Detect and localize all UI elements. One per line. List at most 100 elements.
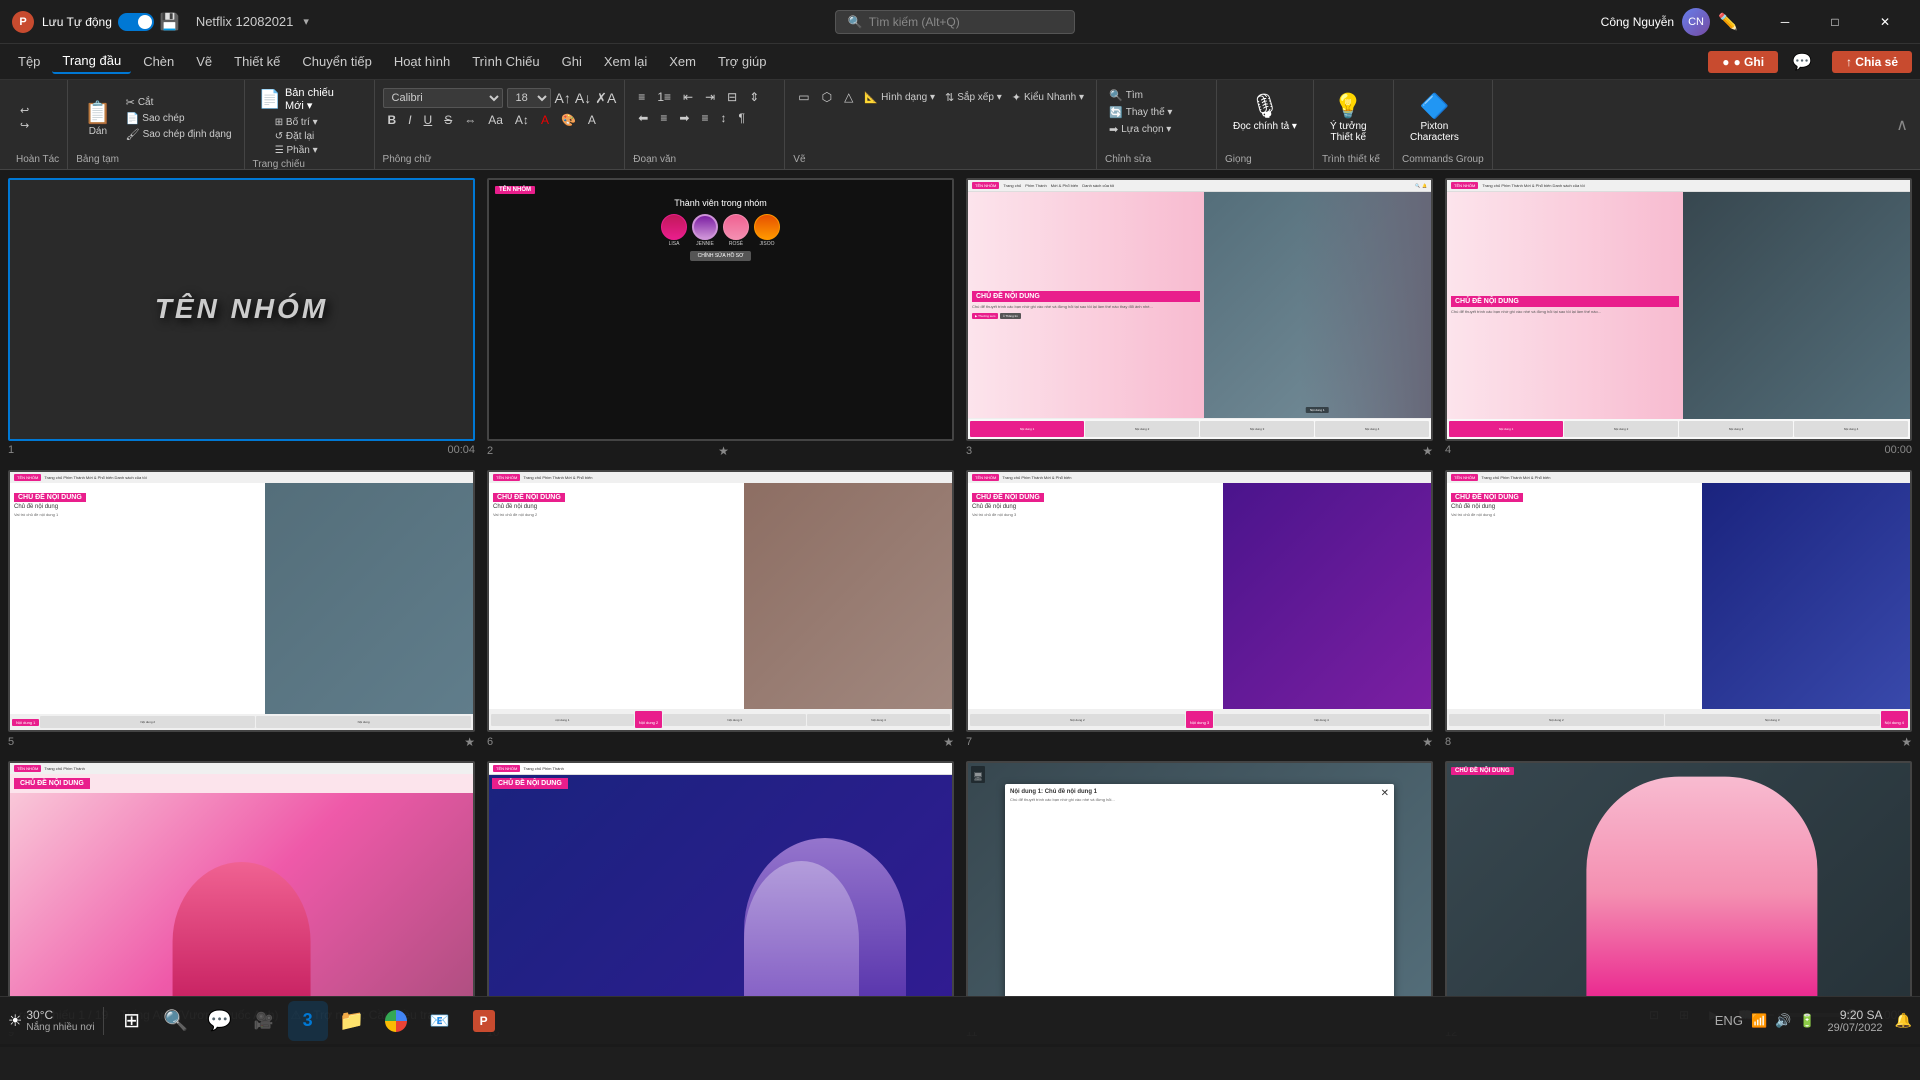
paragraph-button[interactable]: ¶: [733, 109, 749, 127]
layout-button[interactable]: ⊞ Bố trí ▾: [271, 116, 322, 129]
taskbar-search-button[interactable]: 🔍: [156, 1001, 196, 1041]
font-increase-icon[interactable]: A↑: [555, 90, 571, 106]
slide-item-8[interactable]: TÊN NHÓM Trang chủ Phim Thánh Mới & Phổ …: [1445, 470, 1912, 750]
shape-triangle-button[interactable]: △: [839, 88, 858, 106]
taskbar-wifi-icon[interactable]: 📶: [1751, 1013, 1767, 1029]
shape-hex-button[interactable]: ⬡: [817, 88, 837, 106]
font-decrease-icon[interactable]: A↓: [575, 90, 591, 106]
slide11-close-icon[interactable]: ✕: [1381, 789, 1389, 799]
taskbar-chat-button[interactable]: 💬: [200, 1001, 240, 1041]
text-shadow-button[interactable]: A↕: [510, 111, 534, 129]
slide-thumb-6[interactable]: TÊN NHÓM Trang chủ Phim Thánh Mới & Phổ …: [487, 470, 954, 733]
paste-button[interactable]: 📋 Dán: [76, 96, 119, 141]
slide-item-7[interactable]: TÊN NHÓM Trang chủ Phim Thánh Mới & Phổ …: [966, 470, 1433, 750]
slide-thumb-5[interactable]: TÊN NHÓM Trang chủ Phim Thánh Mới & Phổ …: [8, 470, 475, 733]
menu-slideshow[interactable]: Trình Chiếu: [462, 50, 549, 73]
doc-dropdown-icon[interactable]: ▾: [303, 15, 309, 28]
align-right-button[interactable]: ➡: [674, 109, 694, 127]
line-spacing-button[interactable]: ↕: [715, 109, 731, 127]
slide-thumb-4[interactable]: TÊN NHÓM Trang chủ Phim Thánh Mới & Phổ …: [1445, 178, 1912, 441]
bold-button[interactable]: B: [383, 111, 402, 129]
menu-transitions[interactable]: Chuyển tiếp: [292, 50, 381, 73]
reset-button[interactable]: ↺ Đặt lại: [271, 130, 322, 143]
copy-button[interactable]: 📄 Sao chép: [122, 111, 236, 126]
section-button[interactable]: ☰ Phần ▾: [271, 144, 322, 157]
menu-draw[interactable]: Vẽ: [186, 50, 222, 73]
settings-icon[interactable]: ✏️: [1718, 12, 1738, 32]
redo-button[interactable]: ↪: [16, 118, 33, 133]
indent-decrease-button[interactable]: ⇤: [678, 88, 698, 106]
auto-save-toggle[interactable]: [118, 13, 154, 31]
slide-item-6[interactable]: TÊN NHÓM Trang chủ Phim Thánh Mới & Phổ …: [487, 470, 954, 750]
dictate-button[interactable]: 🎙 Đọc chính tả ▾: [1225, 84, 1305, 136]
user-avatar[interactable]: CN: [1682, 8, 1710, 36]
design-ideas-button[interactable]: 💡 Ý tưởngThiết kế: [1322, 84, 1375, 147]
save-icon[interactable]: 💾: [160, 12, 180, 32]
clear-format-icon[interactable]: ✗A: [595, 90, 616, 107]
strikethrough-button[interactable]: S: [439, 111, 457, 129]
slide-item-3[interactable]: TÊN NHÓM Trang chủ Phim Thánh Mới & Phổ …: [966, 178, 1433, 458]
list-bullet-button[interactable]: ≡: [633, 88, 650, 106]
share-button[interactable]: ↑ Chia sẻ: [1832, 51, 1912, 73]
menu-insert[interactable]: Chèn: [133, 50, 184, 73]
maximize-button[interactable]: □: [1812, 6, 1858, 38]
new-slide-button[interactable]: 📄 Bản chiếuMới ▾: [253, 84, 340, 115]
indent-increase-button[interactable]: ⇥: [700, 88, 720, 106]
taskbar-browser-button[interactable]: [376, 1001, 416, 1041]
search-box[interactable]: 🔍 Tìm kiếm (Alt+Q): [835, 10, 1075, 34]
font-select[interactable]: Calibri: [383, 88, 503, 108]
replace-button[interactable]: 🔄 Thay thế ▾: [1105, 105, 1176, 120]
menu-review[interactable]: Xem lại: [594, 50, 657, 73]
taskbar-lang-indicator[interactable]: ENG: [1715, 1013, 1743, 1028]
arrange-button[interactable]: 📐 Hình dạng ▾: [860, 88, 939, 106]
menu-record[interactable]: Ghi: [552, 50, 592, 73]
slide-thumb-10[interactable]: TÊN NHÓM Trang chủ Phim Thánh CHỦ ĐỀ NỘI…: [487, 761, 954, 1024]
underline-button[interactable]: U: [419, 111, 438, 129]
menu-help[interactable]: Trợ giúp: [708, 50, 777, 73]
slide-thumb-7[interactable]: TÊN NHÓM Trang chủ Phim Thánh Mới & Phổ …: [966, 470, 1433, 733]
menu-file[interactable]: Tệp: [8, 50, 50, 73]
select-button[interactable]: ➡ Lựa chọn ▾: [1105, 122, 1176, 137]
slide2-edit-btn[interactable]: CHỈNH SỬA HỒ SƠ: [690, 251, 752, 261]
shape-rect-button[interactable]: ▭: [793, 88, 814, 106]
close-button[interactable]: ✕: [1862, 6, 1908, 38]
italic-button[interactable]: I: [403, 111, 416, 129]
taskbar-notification-button[interactable]: 🔔: [1895, 1012, 1912, 1029]
ribbon-collapse-icon[interactable]: ∧: [1896, 115, 1908, 135]
menu-animations[interactable]: Hoạt hình: [384, 50, 460, 73]
slide-thumb-2[interactable]: TÊN NHÓM Thành viên trong nhóm LISA JENN…: [487, 178, 954, 441]
spacing-button[interactable]: ⇔: [459, 111, 481, 129]
cut-button[interactable]: ✂ Cắt: [122, 95, 236, 110]
column-button[interactable]: ⊟: [722, 88, 742, 106]
taskbar-explorer-button[interactable]: 📁: [332, 1001, 372, 1041]
menu-home[interactable]: Trang đầu: [52, 49, 131, 74]
undo-button[interactable]: ↩: [16, 103, 33, 118]
menu-design[interactable]: Thiết kế: [224, 50, 290, 73]
slide-thumb-9[interactable]: TÊN NHÓM Trang chủ Phim Thánh CHỦ ĐỀ NỘI…: [8, 761, 475, 1024]
list-number-button[interactable]: 1≡: [652, 88, 676, 106]
taskbar-klook-button[interactable]: 3: [288, 1001, 328, 1041]
slide-item-5[interactable]: TÊN NHÓM Trang chủ Phim Thánh Mới & Phổ …: [8, 470, 475, 750]
text-case-button[interactable]: Aa: [483, 111, 508, 129]
taskbar-battery-icon[interactable]: 🔋: [1799, 1013, 1815, 1029]
menu-view[interactable]: Xem: [659, 50, 706, 73]
highlight-button[interactable]: 🎨: [556, 111, 581, 129]
slide-item-1[interactable]: TÊN NHÓM 1 00:04: [8, 178, 475, 458]
font-size-select[interactable]: 18: [507, 88, 551, 108]
slide3-info-btn[interactable]: ℹ Thông tin: [1000, 313, 1020, 319]
find-button[interactable]: 🔍 Tìm: [1105, 88, 1176, 103]
taskbar-volume-icon[interactable]: 🔊: [1775, 1013, 1791, 1029]
taskbar-mail-button[interactable]: 📧: [420, 1001, 460, 1041]
minimize-button[interactable]: ─: [1762, 6, 1808, 38]
slide-thumb-11[interactable]: Nội dung 1: Chủ đề nội dung 1 Chú để thu…: [966, 761, 1433, 1024]
slide-item-4[interactable]: TÊN NHÓM Trang chủ Phim Thánh Mới & Phổ …: [1445, 178, 1912, 458]
quick-style-button[interactable]: ✦ Kiểu Nhanh ▾: [1008, 88, 1088, 106]
pixton-button[interactable]: 🔷 PixtonCharacters: [1402, 84, 1467, 147]
align-left-button[interactable]: ⬅: [633, 109, 653, 127]
text-dir-button[interactable]: ⇕: [744, 88, 764, 106]
align-center-button[interactable]: ≡: [655, 109, 672, 127]
slide-thumb-3[interactable]: TÊN NHÓM Trang chủ Phim Thánh Mới & Phổ …: [966, 178, 1433, 441]
sort-button[interactable]: ⇅ Sắp xếp ▾: [941, 88, 1006, 106]
font-color-button[interactable]: A: [536, 111, 554, 129]
slide-thumb-12[interactable]: CHỦ ĐỀ NỘI DUNG N LOAT PHIM: [1445, 761, 1912, 1024]
